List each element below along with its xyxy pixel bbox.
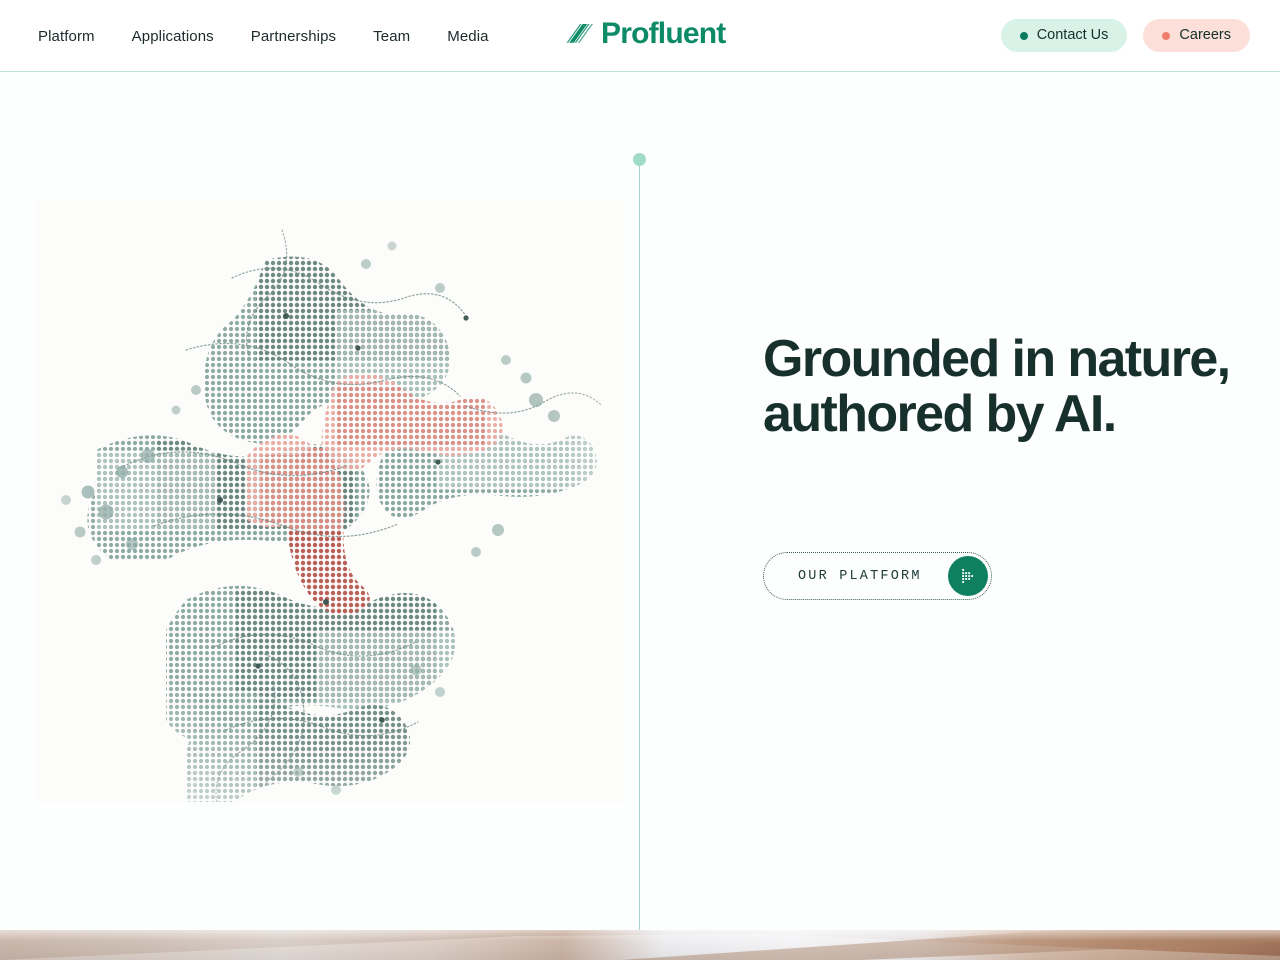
nav-item-media[interactable]: Media	[447, 29, 488, 44]
status-dot-icon	[1019, 31, 1028, 40]
vertical-divider-line	[639, 158, 640, 930]
header-actions: Contact Us Careers	[1000, 19, 1250, 52]
halftone-protein-artwork	[36, 200, 623, 802]
hero-copy: Grounded in nature, authored by AI.	[763, 330, 1233, 444]
nav-item-platform[interactable]: Platform	[38, 29, 95, 44]
nav-item-applications[interactable]: Applications	[132, 29, 214, 44]
status-dot-icon	[1162, 31, 1171, 40]
blurred-photo-strip	[0, 930, 1280, 960]
hero-section: Grounded in nature, authored by AI. OUR …	[0, 72, 1280, 930]
pixel-arrow-right-icon	[947, 556, 988, 596]
divider-top-dot-icon	[633, 153, 646, 166]
careers-button[interactable]: Careers	[1143, 19, 1250, 52]
page-title: Grounded in nature, authored by AI.	[763, 330, 1231, 444]
nav-item-partnerships[interactable]: Partnerships	[251, 29, 336, 44]
profluent-wave-mark-icon	[566, 24, 593, 43]
brand-wordmark: Profluent	[601, 17, 726, 50]
contact-us-label: Contact Us	[1036, 27, 1109, 44]
our-platform-label: OUR PLATFORM	[798, 568, 922, 584]
page-root: Platform Applications Partnerships Team …	[0, 0, 1280, 960]
nav-item-team[interactable]: Team	[373, 29, 410, 44]
primary-navigation: Platform Applications Partnerships Team …	[38, 0, 489, 72]
brand-logo[interactable]: Profluent	[566, 17, 726, 50]
our-platform-button[interactable]: OUR PLATFORM	[763, 552, 992, 600]
site-header: Platform Applications Partnerships Team …	[0, 0, 1280, 72]
contact-us-button[interactable]: Contact Us	[1000, 19, 1128, 52]
careers-label: Careers	[1179, 27, 1231, 44]
